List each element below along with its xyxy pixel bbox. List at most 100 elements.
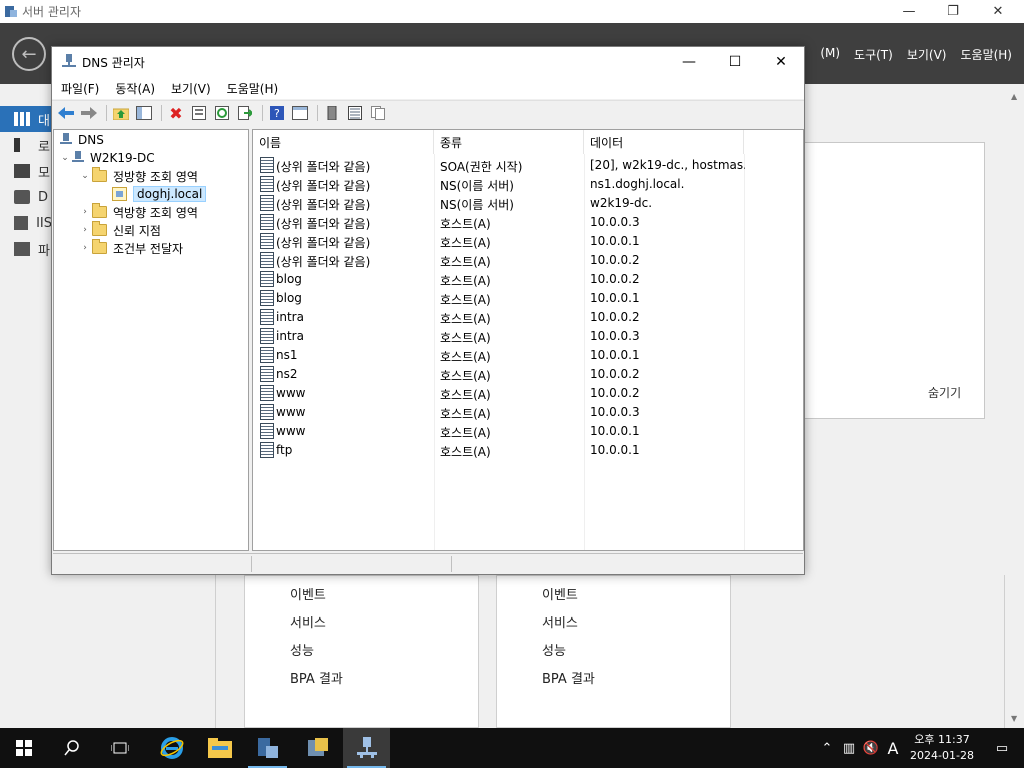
table-row[interactable]: www 호스트(A) 10.0.0.1	[253, 422, 803, 441]
server-icon	[72, 151, 84, 165]
minimize-button[interactable]: —	[887, 0, 931, 23]
card-link-events[interactable]: 이벤트	[542, 584, 578, 603]
card-link-services[interactable]: 서비스	[290, 612, 326, 631]
card-link-events[interactable]: 이벤트	[290, 584, 326, 603]
table-row[interactable]: (상위 폴더와 같음) 호스트(A) 10.0.0.2	[253, 251, 803, 270]
file-explorer-icon	[207, 738, 232, 758]
back-arrow-icon[interactable]: ←	[12, 37, 46, 71]
tree-node-forward-zones[interactable]: ⌄ 정방향 조회 영역	[78, 167, 198, 185]
menu-file[interactable]: 파일(F)	[61, 80, 99, 97]
dns-manager-button[interactable]	[343, 728, 390, 768]
chevron-right-icon[interactable]: ›	[78, 207, 92, 217]
table-row[interactable]: blog 호스트(A) 10.0.0.2	[253, 270, 803, 289]
sidebar-item-dashboard[interactable]: 대	[0, 106, 52, 132]
tree-node-dns[interactable]: DNS	[60, 131, 104, 149]
close-button[interactable]: ✕	[976, 0, 1020, 23]
record-type: 호스트(A)	[440, 236, 491, 250]
server-manager-button[interactable]	[244, 728, 291, 768]
table-row[interactable]: intra 호스트(A) 10.0.0.3	[253, 327, 803, 346]
volume-muted-icon[interactable]: 🔇	[860, 741, 882, 756]
notification-icon[interactable]: ▭	[980, 741, 1024, 756]
table-row[interactable]: ns1 호스트(A) 10.0.0.1	[253, 346, 803, 365]
network-icon[interactable]: ▥	[838, 741, 860, 756]
card-link-bpa[interactable]: BPA 결과	[290, 668, 343, 687]
dns-record-icon	[260, 271, 274, 287]
clock[interactable]: 오후 11:37 2024-01-28	[904, 732, 980, 764]
minimize-button[interactable]: —	[666, 47, 712, 77]
input-method-indicator[interactable]: A	[882, 739, 904, 758]
refresh-icon[interactable]	[212, 104, 232, 122]
chevron-right-icon[interactable]: ›	[78, 243, 92, 253]
hide-link[interactable]: 숨기기	[928, 384, 961, 401]
sidebar-item-dns[interactable]: D	[0, 184, 52, 210]
card-link-services[interactable]: 서비스	[542, 612, 578, 631]
back-arrow-icon[interactable]	[56, 104, 76, 122]
sidebar-item-files[interactable]: 파	[0, 236, 52, 262]
menu-help[interactable]: 도움말(H)	[960, 46, 1012, 63]
tree-node-reverse-zones[interactable]: › 역방향 조회 영역	[78, 203, 198, 221]
sidebar-item-all[interactable]: 모	[0, 158, 52, 184]
card-link-performance[interactable]: 성능	[290, 640, 314, 659]
record-name: (상위 폴더와 같음)	[276, 217, 371, 231]
task-view-button[interactable]	[96, 728, 143, 768]
tree-node-trust-points[interactable]: › 신뢰 지점	[78, 221, 161, 239]
mmc-view-icon[interactable]	[290, 104, 310, 122]
chevron-down-icon[interactable]: ⌄	[78, 171, 92, 181]
delete-icon[interactable]: ✖	[166, 104, 186, 123]
properties-icon[interactable]	[189, 104, 209, 122]
show-hide-tree-icon[interactable]	[134, 104, 154, 122]
powershell-button[interactable]	[294, 728, 341, 768]
vertical-scrollbar[interactable]: ▲ ▼	[1007, 84, 1024, 728]
up-folder-icon[interactable]	[111, 104, 131, 122]
card-link-bpa[interactable]: BPA 결과	[542, 668, 595, 687]
record-type: 호스트(A)	[440, 312, 491, 326]
table-row[interactable]: www 호스트(A) 10.0.0.2	[253, 384, 803, 403]
table-row[interactable]: ftp 호스트(A) 10.0.0.1	[253, 441, 803, 460]
export-list-icon[interactable]	[235, 104, 255, 122]
maximize-button[interactable]: ☐	[712, 47, 758, 77]
tree-node-zone[interactable]: doghj.local	[112, 185, 207, 203]
table-row[interactable]: (상위 폴더와 같음) 호스트(A) 10.0.0.3	[253, 213, 803, 232]
column-header-type[interactable]: 종류	[434, 130, 584, 154]
file-explorer-button[interactable]	[196, 728, 243, 768]
maximize-button[interactable]: ❐	[931, 0, 975, 23]
record-list-icon[interactable]	[345, 104, 365, 122]
record-name: ftp	[276, 443, 293, 457]
tree-node-conditional-forwarders[interactable]: › 조건부 전달자	[78, 239, 183, 257]
start-button[interactable]	[0, 728, 47, 768]
table-row[interactable]: blog 호스트(A) 10.0.0.1	[253, 289, 803, 308]
menu-manage[interactable]: (M)	[820, 46, 840, 63]
server-icon[interactable]	[322, 104, 342, 122]
chevron-right-icon[interactable]: ›	[78, 225, 92, 235]
dns-icon	[60, 133, 72, 147]
table-row[interactable]: (상위 폴더와 같음) SOA(권한 시작) [20], w2k19-dc., ho…	[253, 156, 803, 175]
table-row[interactable]: (상위 폴더와 같음) NS(이름 서버) w2k19-dc.	[253, 194, 803, 213]
chevron-up-icon[interactable]: ⌃	[816, 741, 838, 756]
menu-tools[interactable]: 도구(T)	[854, 46, 893, 63]
table-row[interactable]: intra 호스트(A) 10.0.0.2	[253, 308, 803, 327]
search-button[interactable]	[48, 728, 95, 768]
column-header-data[interactable]: 데이터	[584, 130, 744, 154]
tree-node-server[interactable]: ⌄ W2K19-DC	[58, 149, 155, 167]
column-header-name[interactable]: 이름	[253, 130, 434, 154]
table-row[interactable]: (상위 폴더와 같음) 호스트(A) 10.0.0.1	[253, 232, 803, 251]
menu-view[interactable]: 보기(V)	[171, 80, 211, 97]
menu-view[interactable]: 보기(V)	[907, 46, 947, 63]
record-data: 10.0.0.1	[590, 234, 640, 248]
scroll-up-icon[interactable]: ▲	[1011, 92, 1017, 101]
menu-action[interactable]: 동작(A)	[115, 80, 155, 97]
internet-explorer-button[interactable]	[148, 728, 195, 768]
help-icon[interactable]: ?	[267, 104, 287, 122]
copy-record-icon[interactable]	[368, 104, 388, 122]
forward-arrow-icon[interactable]	[79, 104, 99, 122]
table-row[interactable]: ns2 호스트(A) 10.0.0.2	[253, 365, 803, 384]
menu-help[interactable]: 도움말(H)	[227, 80, 279, 97]
sidebar-item-local[interactable]: 로	[0, 132, 52, 158]
card-link-performance[interactable]: 성능	[542, 640, 566, 659]
close-button[interactable]: ✕	[758, 47, 804, 77]
sidebar-item-iis[interactable]: IIS	[0, 210, 52, 236]
table-row[interactable]: www 호스트(A) 10.0.0.3	[253, 403, 803, 422]
table-row[interactable]: (상위 폴더와 같음) NS(이름 서버) ns1.doghj.local.	[253, 175, 803, 194]
scroll-down-icon[interactable]: ▼	[1011, 714, 1017, 723]
chevron-down-icon[interactable]: ⌄	[58, 153, 72, 163]
